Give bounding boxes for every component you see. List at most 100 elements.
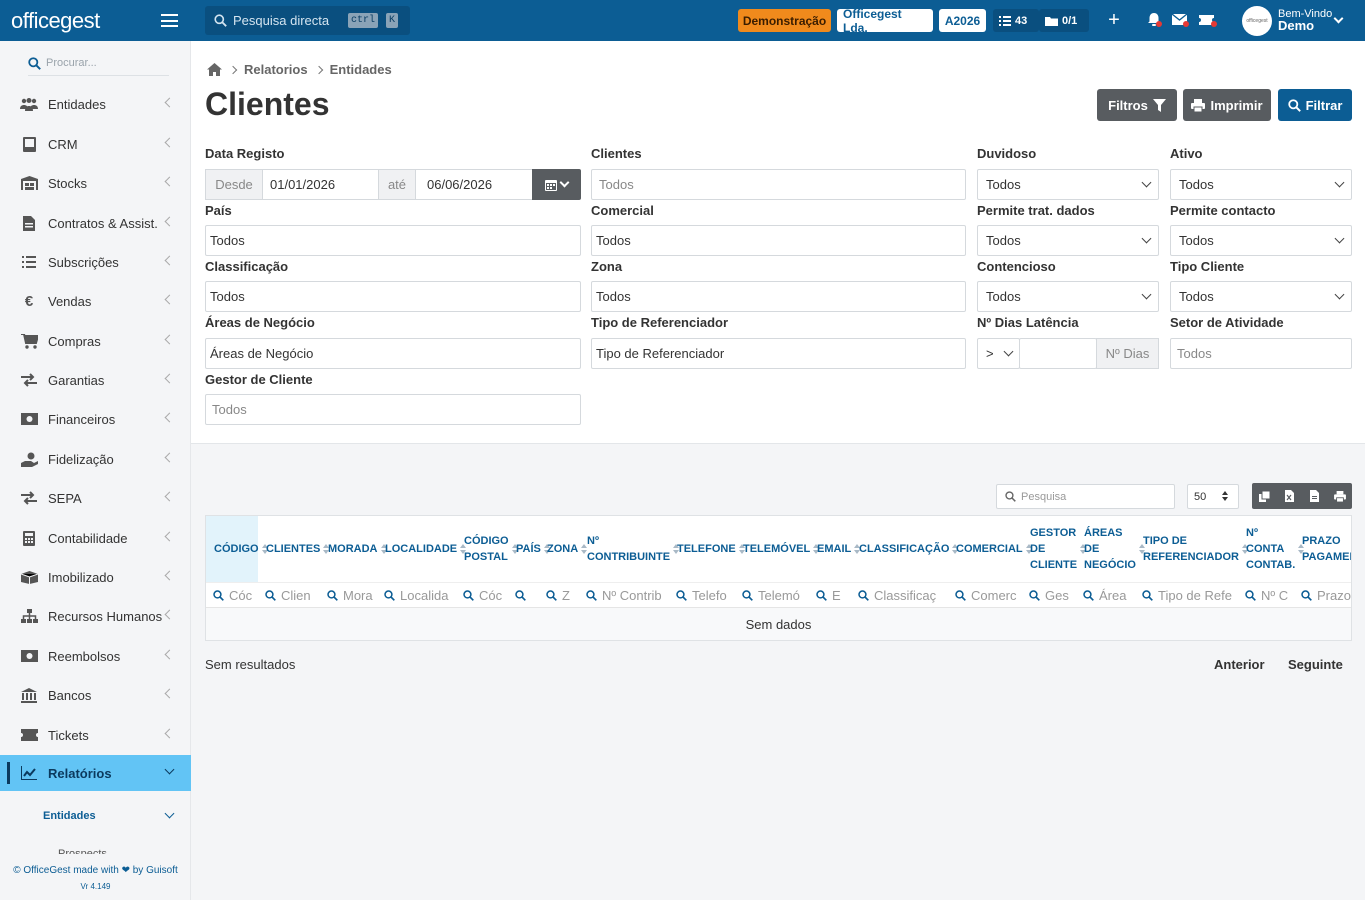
sidebar-item-crm[interactable]: CRM bbox=[0, 126, 191, 162]
tipo-cliente-select[interactable]: Todos bbox=[1170, 281, 1352, 312]
pdf-export-button[interactable] bbox=[1302, 483, 1327, 509]
ticket-notification-icon[interactable] bbox=[1199, 11, 1217, 29]
pais-input[interactable]: Todos bbox=[205, 225, 581, 256]
company-button[interactable]: Officegest Lda. bbox=[837, 7, 933, 35]
page-size-select[interactable]: 50 bbox=[1187, 484, 1239, 509]
sidebar-item-relatórios[interactable]: Relatórios bbox=[0, 755, 191, 791]
user-menu-chevron-down-icon[interactable] bbox=[1333, 13, 1344, 24]
column-filter-input[interactable]: Localida bbox=[377, 582, 456, 607]
hamburger-menu-icon[interactable] bbox=[161, 14, 178, 27]
column-filter-input[interactable]: Cóc bbox=[206, 582, 258, 607]
sidebar-item-sepa[interactable]: SEPA bbox=[0, 480, 191, 516]
column-filter-input[interactable]: Tipo de Refe bbox=[1135, 582, 1238, 607]
sidebar-item-financeiros[interactable]: Financeiros bbox=[0, 401, 191, 437]
column-header[interactable]: Nº CONTA CONTAB. bbox=[1238, 516, 1305, 582]
sidebar-item-imobilizado[interactable]: Imobilizado bbox=[0, 559, 191, 595]
demo-badge[interactable]: Demonstração bbox=[738, 9, 831, 32]
sidebar-item-recursos-humanos[interactable]: Recursos Humanos bbox=[0, 598, 191, 634]
excel-export-button[interactable] bbox=[1277, 483, 1302, 509]
sidebar-item-stocks[interactable]: Stocks bbox=[0, 165, 191, 201]
avatar[interactable]: officegest bbox=[1242, 6, 1272, 36]
filtrar-button[interactable]: Filtrar bbox=[1278, 89, 1352, 121]
permite-trat-select[interactable]: Todos bbox=[977, 225, 1159, 256]
column-filter-input[interactable]: E bbox=[809, 582, 851, 607]
docs-counter[interactable]: 0/1 bbox=[1039, 9, 1089, 32]
mail-icon[interactable] bbox=[1171, 11, 1189, 29]
classificacao-input[interactable]: Todos bbox=[205, 281, 581, 312]
column-filter-input[interactable]: Comerc bbox=[948, 582, 1022, 607]
user-menu[interactable]: Bem-Vindo Demo bbox=[1278, 8, 1332, 32]
comercial-input[interactable]: Todos bbox=[591, 225, 966, 256]
plus-icon[interactable]: + bbox=[1105, 9, 1123, 31]
date-from-input[interactable]: 01/01/2026 bbox=[262, 169, 379, 200]
dias-input[interactable] bbox=[1019, 338, 1097, 369]
sidebar-item-entidades[interactable]: Entidades bbox=[0, 86, 191, 122]
duvidoso-select[interactable]: Todos bbox=[977, 169, 1159, 200]
sidebar-subitem-entidades[interactable]: Entidades bbox=[0, 796, 191, 836]
filtros-button[interactable]: Filtros bbox=[1097, 89, 1177, 121]
date-to-input[interactable]: 06/06/2026 bbox=[415, 169, 533, 200]
tasks-counter[interactable]: 43 bbox=[993, 9, 1039, 32]
column-filter-input[interactable]: Z bbox=[539, 582, 579, 607]
column-filter-input[interactable]: Nº Contrib bbox=[579, 582, 669, 607]
sidebar-item-fidelização[interactable]: Fidelização bbox=[0, 441, 191, 477]
column-filter-input[interactable]: Clien bbox=[258, 582, 320, 607]
column-filter-input[interactable]: Prazo bbox=[1294, 582, 1351, 607]
imprimir-button[interactable]: Imprimir bbox=[1183, 89, 1271, 121]
home-icon[interactable] bbox=[207, 63, 222, 76]
column-header[interactable]: GESTOR DE CLIENTE bbox=[1022, 516, 1087, 582]
column-header[interactable]: PAÍS bbox=[508, 516, 550, 582]
breadcrumb-entidades[interactable]: Entidades bbox=[330, 62, 392, 77]
next-page-button[interactable]: Seguinte bbox=[1288, 657, 1343, 672]
column-header[interactable]: MORADA bbox=[320, 516, 387, 582]
sidebar-item-contabilidade[interactable]: Contabilidade bbox=[0, 520, 191, 556]
column-header[interactable]: COMERCIAL bbox=[948, 516, 1032, 582]
gestor-cliente-input[interactable]: Todos bbox=[205, 394, 581, 425]
column-filter-input[interactable]: Ges bbox=[1022, 582, 1076, 607]
column-filter-input[interactable]: Área bbox=[1076, 582, 1135, 607]
areas-negocio-input[interactable]: Áreas de Negócio bbox=[205, 338, 581, 369]
previous-page-button[interactable]: Anterior bbox=[1214, 657, 1265, 672]
column-header[interactable]: ZONA bbox=[539, 516, 588, 582]
sidebar-item-tickets[interactable]: Tickets bbox=[0, 717, 191, 753]
tipo-referenciador-input[interactable]: Tipo de Referenciador bbox=[591, 338, 966, 369]
permite-contacto-select[interactable]: Todos bbox=[1170, 225, 1352, 256]
column-filter-input[interactable]: Classificaç bbox=[851, 582, 948, 607]
column-filter-input[interactable]: Mora bbox=[320, 582, 377, 607]
calendar-dropdown-button[interactable] bbox=[532, 169, 581, 200]
sidebar-subitem-prospects[interactable]: Prospects bbox=[58, 848, 107, 854]
sidebar-item-reembolsos[interactable]: Reembolsos bbox=[0, 638, 191, 674]
clientes-input[interactable]: Todos bbox=[591, 169, 966, 200]
zona-input[interactable]: Todos bbox=[591, 281, 966, 312]
column-filter-input[interactable]: Cóc bbox=[456, 582, 508, 607]
column-header[interactable]: CLASSIFICAÇÃO bbox=[851, 516, 959, 582]
column-header[interactable]: Nº CONTRIBUINTE bbox=[579, 516, 680, 582]
bell-icon[interactable] bbox=[1145, 11, 1163, 29]
column-header[interactable]: EMAIL bbox=[809, 516, 861, 582]
sidebar-item-bancos[interactable]: Bancos bbox=[0, 677, 191, 713]
dias-operator-select[interactable]: > bbox=[977, 338, 1020, 369]
column-header[interactable]: PRAZO PAGAMEI bbox=[1294, 516, 1351, 582]
column-filter-input[interactable]: Telemó bbox=[735, 582, 809, 607]
column-header[interactable]: CLIENTES bbox=[258, 516, 330, 582]
column-header[interactable]: CÓDIGO bbox=[206, 516, 268, 582]
breadcrumb-relatorios[interactable]: Relatorios bbox=[244, 62, 308, 77]
setor-atividade-input[interactable]: Todos bbox=[1170, 338, 1352, 369]
year-button[interactable]: A2026 bbox=[939, 9, 986, 32]
copy-export-button[interactable] bbox=[1252, 483, 1277, 509]
table-search-input[interactable]: Pesquisa bbox=[996, 484, 1175, 509]
contencioso-select[interactable]: Todos bbox=[977, 281, 1159, 312]
sidebar-item-compras[interactable]: Compras bbox=[0, 323, 191, 359]
column-header[interactable]: ÁREAS DE NEGÓCIO bbox=[1076, 516, 1145, 582]
sidebar-search-input[interactable]: Procurar... bbox=[28, 51, 169, 76]
print-export-button[interactable] bbox=[1327, 483, 1352, 509]
column-header[interactable]: LOCALIDADE bbox=[377, 516, 467, 582]
sidebar-item-contratos-assist-[interactable]: Contratos & Assist. bbox=[0, 205, 191, 241]
sidebar-item-garantias[interactable]: Garantias bbox=[0, 362, 191, 398]
column-filter-input[interactable] bbox=[508, 582, 539, 607]
global-search-input[interactable]: Pesquisa directa ctrl K bbox=[205, 6, 410, 35]
sidebar-item-subscrições[interactable]: Subscrições bbox=[0, 244, 191, 280]
sidebar-item-vendas[interactable]: € Vendas bbox=[0, 283, 191, 319]
column-filter-input[interactable]: Nº C bbox=[1238, 582, 1294, 607]
column-header[interactable]: TIPO DE REFERENCIADOR bbox=[1135, 516, 1248, 582]
